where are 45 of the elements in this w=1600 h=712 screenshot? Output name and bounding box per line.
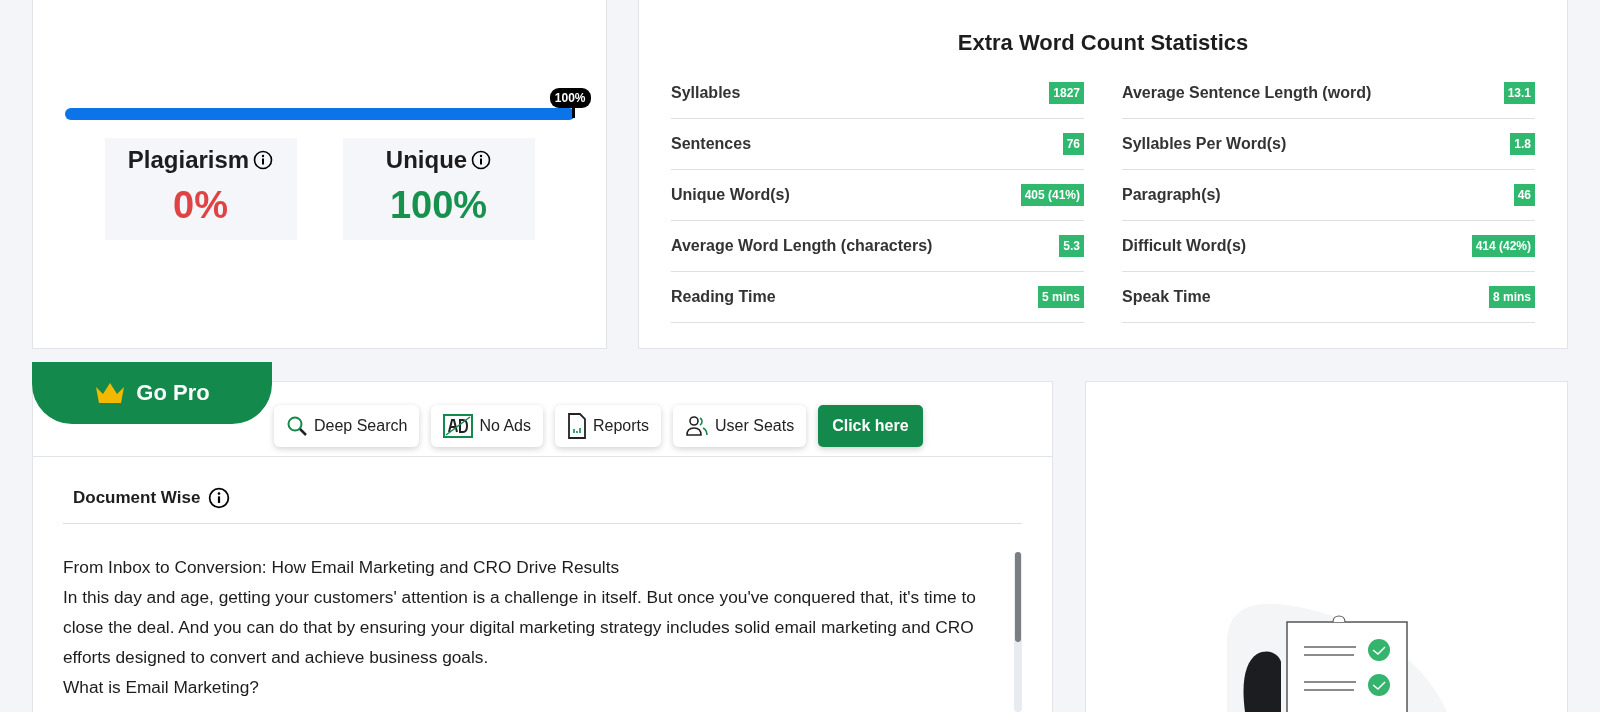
stat-label: Sentences (671, 135, 752, 153)
stat-value: 5.3 (1059, 235, 1084, 257)
crown-icon (94, 381, 127, 405)
stat-value: 76 (1062, 133, 1084, 155)
stat-value: 1.8 (1510, 133, 1535, 155)
search-icon (286, 415, 308, 437)
feature-button[interactable]: No Ads (431, 405, 543, 447)
info-icon[interactable] (253, 150, 274, 170)
progress-tooltip: 100% (549, 88, 591, 108)
click-here-button[interactable]: Click here (818, 405, 923, 447)
stat-label: Speak Time (1122, 288, 1211, 306)
document-text: What is Email Marketing? (63, 676, 260, 699)
stat-value: 1827 (1049, 82, 1084, 104)
stat-label: Paragraph(s) (1122, 186, 1221, 204)
stat-label: Unique Word(s) (671, 186, 790, 204)
feature-button[interactable]: User Seats (673, 405, 807, 447)
info-icon[interactable] (208, 487, 231, 509)
stat-label: Syllables (671, 84, 741, 102)
stat-value: 13.1 (1503, 82, 1535, 104)
document-text: In this day and age, getting your customers' attention is a challenge in itself. But once you've conquered that, it's time to close the deal. And you can do that by ensuring your digital marketing strategy includes solid email marketing and CRO efforts designed to convert and achieve business goals. (63, 586, 977, 669)
stat-value: 405 (41%) (1020, 184, 1084, 206)
scrollbar[interactable] (1014, 552, 1022, 712)
metric-label: Plagiarism (127, 146, 250, 174)
report-icon (567, 413, 587, 439)
stats-title: Extra Word Count Statistics (956, 30, 1250, 56)
stat-value: 46 (1513, 184, 1535, 206)
stat-label: Reading Time (671, 288, 776, 306)
info-icon[interactable] (471, 150, 492, 170)
stat-label: Average Word Length (characters) (671, 237, 933, 255)
feature-button[interactable]: Deep Search (274, 405, 420, 447)
document-heading: Document Wise (73, 488, 201, 508)
stat-label: Average Sentence Length (word) (1122, 84, 1372, 102)
document-text: From Inbox to Conversion: How Email Marketing and CRO Drive Results (63, 556, 621, 579)
stat-value: 5 mins (1038, 286, 1084, 308)
no-ads-icon (443, 414, 474, 438)
feature-button[interactable]: Reports (555, 405, 661, 447)
stat-value: 414 (42%) (1471, 235, 1535, 257)
users-icon (685, 415, 709, 437)
metric-value: 100% (389, 184, 488, 227)
stat-value: 8 mins (1489, 286, 1535, 308)
stat-label: Syllables Per Word(s) (1122, 135, 1287, 153)
metric-value: 0% (173, 184, 228, 227)
stat-label: Difficult Word(s) (1122, 237, 1247, 255)
metric-label: Unique (385, 146, 468, 174)
go-pro-label: Go Pro (136, 380, 210, 406)
